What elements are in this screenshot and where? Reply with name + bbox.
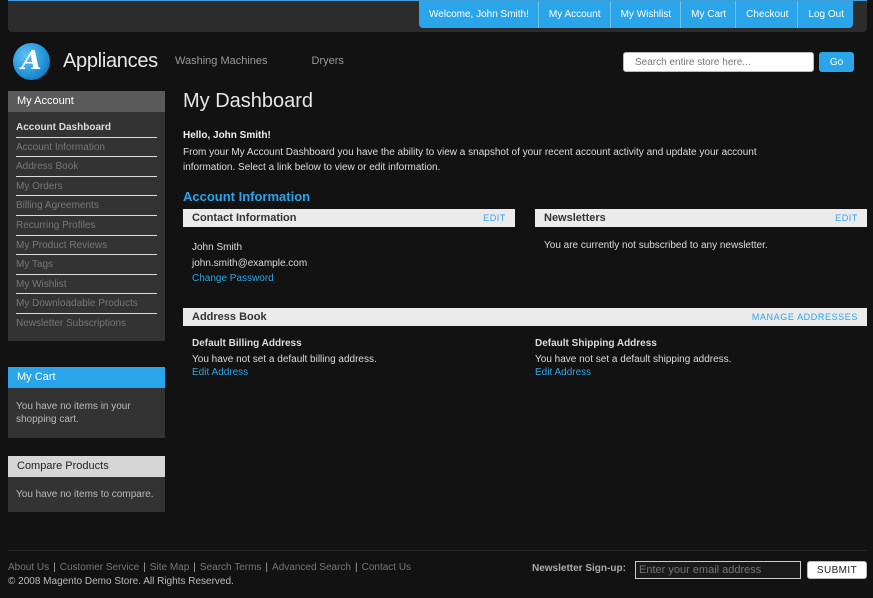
nav-washing-machines[interactable]: Washing Machines — [175, 55, 268, 67]
top-links: Welcome, John Smith! My Account My Wishl… — [419, 1, 853, 28]
footer-divider — [8, 550, 867, 551]
log-out-link[interactable]: Log Out — [797, 1, 853, 28]
footer-customer-service[interactable]: Customer Service — [60, 562, 139, 573]
newsletters-status: You are currently not subscribed to any … — [544, 240, 768, 251]
my-cart-block: My Cart You have no items in your shoppi… — [8, 367, 165, 438]
newsletters-header: Newsletters EDIT — [535, 209, 867, 227]
search-button[interactable]: Go — [819, 52, 854, 72]
footer-separator: | — [53, 562, 56, 573]
edit-billing-address-link[interactable]: Edit Address — [192, 366, 377, 379]
footer-contact-us[interactable]: Contact Us — [362, 562, 411, 573]
sidebar-item-my-product-reviews[interactable]: My Product Reviews — [16, 236, 157, 256]
nav-dryers[interactable]: Dryers — [312, 55, 344, 67]
footer-links: About Us | Customer Service | Site Map | Se… — [8, 562, 411, 573]
my-account-menu: Account Dashboard Account Information Ad… — [8, 112, 165, 341]
shipping-address-text: You have not set a default shipping addr… — [535, 354, 732, 365]
sidebar-item-my-orders[interactable]: My Orders — [16, 177, 157, 197]
footer-site-map[interactable]: Site Map — [150, 562, 189, 573]
edit-newsletters-link[interactable]: EDIT — [835, 209, 858, 227]
shipping-address-title: Default Shipping Address — [535, 338, 657, 349]
logo-icon: A — [13, 42, 50, 80]
sidebar-item-my-wishlist[interactable]: My Wishlist — [16, 275, 157, 295]
sidebar-item-billing-agreements[interactable]: Billing Agreements — [16, 196, 157, 216]
sidebar-item-recurring-profiles[interactable]: Recurring Profiles — [16, 216, 157, 236]
newsletters-title: Newsletters — [544, 212, 606, 224]
my-wishlist-link[interactable]: My Wishlist — [609, 1, 681, 28]
footer-separator: | — [193, 562, 196, 573]
main-nav: Washing Machines Dryers — [175, 55, 388, 67]
checkout-link[interactable]: Checkout — [735, 1, 797, 28]
my-account-block: My Account Account Dashboard Account Inf… — [8, 91, 165, 341]
sidebar-item-my-downloadable-products[interactable]: My Downloadable Products — [16, 294, 157, 314]
my-account-title: My Account — [8, 91, 165, 112]
change-password-link[interactable]: Change Password — [192, 271, 307, 287]
page-title: My Dashboard — [183, 90, 314, 112]
address-book-title: Address Book — [192, 311, 267, 323]
billing-address-text: You have not set a default billing addre… — [192, 354, 377, 365]
my-cart-title[interactable]: My Cart — [8, 367, 165, 388]
dashboard-intro: From your My Account Dashboard you have … — [183, 147, 757, 173]
logo-letter: A — [21, 45, 42, 76]
contact-information-body: John Smith john.smith@example.com Change… — [192, 240, 307, 287]
footer-separator: | — [265, 562, 269, 573]
hello-message: Hello, John Smith! — [183, 130, 271, 141]
footer-separator: | — [354, 562, 358, 573]
footer-search-terms[interactable]: Search Terms — [200, 562, 262, 573]
contact-information-title: Contact Information — [192, 212, 297, 224]
default-billing-address: Default Billing Address You have not set… — [192, 337, 377, 379]
my-account-link[interactable]: My Account — [537, 1, 610, 28]
top-bar: Welcome, John Smith! My Account My Wishl… — [8, 0, 867, 32]
compare-empty-text: You have no items to compare. — [8, 477, 165, 512]
footer-about-us[interactable]: About Us — [8, 562, 49, 573]
contact-information-header: Contact Information EDIT — [183, 209, 515, 227]
manage-addresses-link[interactable]: MANAGE ADDRESSES — [752, 308, 858, 326]
address-book-header: Address Book MANAGE ADDRESSES — [183, 308, 867, 326]
compare-products-title: Compare Products — [8, 456, 165, 477]
search-input[interactable] — [623, 52, 814, 72]
logo-text: Appliances — [63, 49, 158, 72]
footer-separator: | — [143, 562, 146, 573]
cart-empty-text: You have no items in your shopping cart. — [8, 388, 165, 438]
edit-contact-link[interactable]: EDIT — [483, 209, 506, 227]
contact-name: John Smith — [192, 242, 243, 253]
sidebar-item-account-dashboard: Account Dashboard — [16, 118, 157, 138]
sidebar-item-my-tags[interactable]: My Tags — [16, 255, 157, 275]
store-logo[interactable]: A Appliances — [13, 42, 158, 80]
account-nav-list: Account Dashboard Account Information Ad… — [16, 118, 157, 334]
newsletter-email-input[interactable] — [635, 561, 801, 579]
sidebar-item-account-information[interactable]: Account Information — [16, 138, 157, 158]
copyright-text: © 2008 Magento Demo Store. All Rights Re… — [8, 576, 234, 587]
edit-shipping-address-link[interactable]: Edit Address — [535, 366, 731, 379]
billing-address-title: Default Billing Address — [192, 338, 302, 349]
welcome-link[interactable]: Welcome, John Smith! — [419, 1, 538, 28]
newsletter-submit-button[interactable]: SUBMIT — [807, 561, 867, 579]
sidebar-item-address-book[interactable]: Address Book — [16, 157, 157, 177]
compare-products-block: Compare Products You have no items to co… — [8, 456, 165, 512]
account-information-title: Account Information — [183, 189, 311, 204]
sidebar-item-newsletter-subscriptions[interactable]: Newsletter Subscriptions — [16, 314, 157, 334]
default-shipping-address: Default Shipping Address You have not se… — [535, 337, 731, 379]
contact-email: john.smith@example.com — [192, 257, 308, 269]
my-cart-link[interactable]: My Cart — [680, 1, 735, 28]
newsletter-signup-label: Newsletter Sign-up: — [532, 563, 626, 574]
footer-advanced-search[interactable]: Advanced Search — [272, 562, 351, 573]
